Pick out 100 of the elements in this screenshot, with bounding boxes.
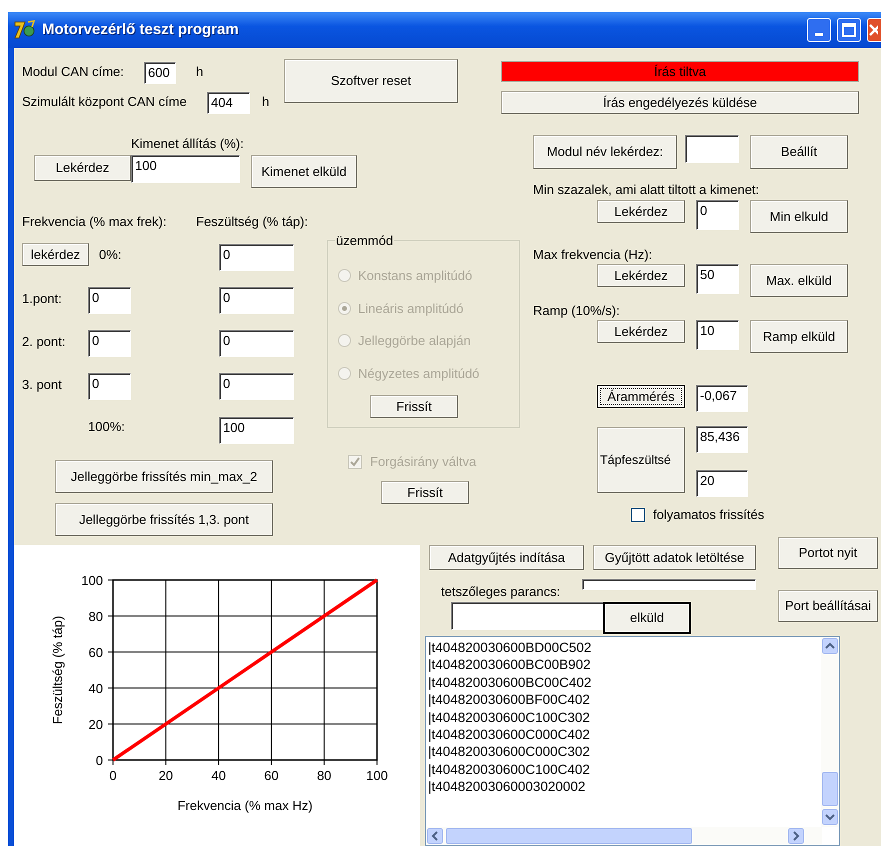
action-button[interactable]: Szoftver reset xyxy=(284,59,458,103)
action-button[interactable]: Port beállításai xyxy=(778,590,878,622)
field-label: h xyxy=(196,63,204,81)
checkbox[interactable] xyxy=(631,508,645,522)
input-field[interactable]: 0 xyxy=(88,330,131,357)
action-button[interactable]: Frissít xyxy=(370,395,458,418)
action-button[interactable]: Tápfeszültsé xyxy=(597,427,685,493)
x-axis-label: Frekvencia (% max Hz) xyxy=(177,798,313,813)
action-button[interactable]: Lekérdez xyxy=(34,155,131,181)
x-tick-label: 80 xyxy=(316,768,332,783)
input-field[interactable]: 0 xyxy=(88,373,131,400)
field-label: Max frekvencia (Hz): xyxy=(533,246,652,264)
input-field[interactable]: 0 xyxy=(219,287,294,314)
checkbox-label: folyamatos frissítés xyxy=(653,506,764,524)
input-field[interactable] xyxy=(582,579,756,590)
y-tick-label: 40 xyxy=(88,681,103,696)
vertical-scrollbar[interactable] xyxy=(821,637,839,827)
y-tick-label: 100 xyxy=(81,573,103,588)
action-button[interactable]: Min elkuld xyxy=(750,200,848,233)
input-field[interactable]: 100 xyxy=(219,417,294,444)
field-label: Ramp (10%/s): xyxy=(533,302,620,320)
close-button[interactable] xyxy=(867,18,881,42)
action-button[interactable]: Kimenet elküld xyxy=(251,155,357,188)
input-field[interactable]: 0 xyxy=(696,200,739,230)
scroll-down-icon[interactable] xyxy=(822,809,838,825)
app-logo-icon xyxy=(14,20,36,40)
input-field[interactable]: 404 xyxy=(207,92,250,114)
scroll-thumb[interactable] xyxy=(822,772,838,806)
input-field[interactable]: -0,067 xyxy=(696,385,748,412)
input-field[interactable]: 10 xyxy=(696,320,739,350)
x-tick-label: 100 xyxy=(366,768,388,783)
input-field[interactable]: 0 xyxy=(219,330,294,357)
input-field[interactable]: 0 xyxy=(219,373,294,400)
log-line: |t404820030600BD00C502 xyxy=(428,639,592,656)
status-indicator: Írás tiltva xyxy=(501,61,859,82)
action-button[interactable]: Jelleggörbe frissítés 1,3. pont xyxy=(55,503,273,536)
field-label: tetszőleges parancs: xyxy=(441,583,560,601)
maximize-button[interactable] xyxy=(837,18,861,42)
log-line: |t404820030600C100C302 xyxy=(428,708,591,726)
field-label: Feszültség (% táp): xyxy=(196,213,308,231)
y-tick-label: 20 xyxy=(88,717,103,732)
radio-label: Lineáris amplitúdó xyxy=(358,300,464,318)
scroll-right-icon[interactable] xyxy=(788,828,804,844)
scroll-left-icon[interactable] xyxy=(427,828,443,844)
action-button[interactable]: Adatgyűjtés indítása xyxy=(429,545,584,570)
y-tick-label: 60 xyxy=(88,645,103,660)
y-axis-label: Feszültség (% táp) xyxy=(50,616,65,724)
action-button[interactable]: Írás engedélyezés küldése xyxy=(501,91,859,114)
checkbox-label: Forgásirány váltva xyxy=(370,453,476,471)
log-line: |t404820030600BC00C402 xyxy=(428,674,592,692)
log-line: |t40482003060003020002 xyxy=(428,778,586,796)
action-button[interactable]: Modul név lekérdez: xyxy=(533,135,677,169)
scroll-up-icon[interactable] xyxy=(822,638,838,654)
action-button[interactable]: Lekérdez xyxy=(597,320,685,343)
action-button[interactable]: Gyűjtött adatok letöltése xyxy=(593,545,756,570)
close-icon xyxy=(868,23,878,37)
input-field[interactable]: 50 xyxy=(696,264,739,294)
field-label: 3. pont xyxy=(22,376,62,394)
input-field[interactable]: 20 xyxy=(696,470,748,497)
action-button[interactable]: Lekérdez xyxy=(597,264,685,287)
field-label: Frekvencia (% max frek): xyxy=(22,213,166,231)
x-tick-label: 20 xyxy=(158,768,174,783)
action-button[interactable]: Jelleggörbe frissítés min_max_2 xyxy=(55,460,273,493)
input-field[interactable]: 100 xyxy=(131,155,240,183)
action-button[interactable]: Portot nyit xyxy=(778,537,878,569)
input-field[interactable]: 0 xyxy=(88,287,131,314)
radio-label: Jelleggörbe alapján xyxy=(358,332,471,350)
input-field[interactable]: 0 xyxy=(219,244,294,271)
field-label: Kimenet állítás (%): xyxy=(131,135,244,153)
log-line: |t404820030600BF00C402 xyxy=(428,691,591,709)
field-label: 1.pont: xyxy=(22,290,62,308)
input-field[interactable] xyxy=(685,135,739,163)
action-button[interactable]: Ramp elküld xyxy=(750,320,848,353)
action-button[interactable]: Lekérdez xyxy=(597,200,685,223)
x-tick-label: 0 xyxy=(109,768,117,783)
log-line: |t404820030600C100C402 xyxy=(428,760,591,778)
minimize-button[interactable] xyxy=(807,18,831,42)
field-label: 100%: xyxy=(88,418,125,436)
field-label: 2. pont: xyxy=(22,333,66,351)
action-button[interactable]: Max. elküld xyxy=(750,264,848,297)
y-tick-label: 0 xyxy=(96,753,103,768)
field-label: Modul CAN címe: xyxy=(22,63,124,81)
horizontal-scrollbar[interactable] xyxy=(426,827,822,845)
field-label: h xyxy=(262,93,270,111)
radio-label: Konstans amplitúdó xyxy=(358,267,472,285)
input-field[interactable]: 85,436 xyxy=(696,426,748,453)
minimize-icon xyxy=(815,32,823,36)
input-field[interactable]: 600 xyxy=(144,62,176,84)
radio-label: Négyzetes amplitúdó xyxy=(358,364,480,383)
input-field[interactable] xyxy=(451,602,604,630)
x-tick-label: 60 xyxy=(264,768,279,783)
log-line: |t404820030600C000C302 xyxy=(428,743,591,761)
action-button[interactable]: Árammérés xyxy=(597,385,685,408)
log-line: |t404820030600C000C402 xyxy=(428,726,591,744)
action-button[interactable]: elküld xyxy=(603,602,691,634)
field-label: Min szazalek, ami alatt tiltott a kimenet: xyxy=(533,181,760,199)
scroll-thumb[interactable] xyxy=(446,828,692,844)
action-button[interactable]: Beállít xyxy=(750,135,848,169)
action-button[interactable]: lekérdez xyxy=(22,243,89,266)
action-button[interactable]: Frissít xyxy=(381,481,469,504)
